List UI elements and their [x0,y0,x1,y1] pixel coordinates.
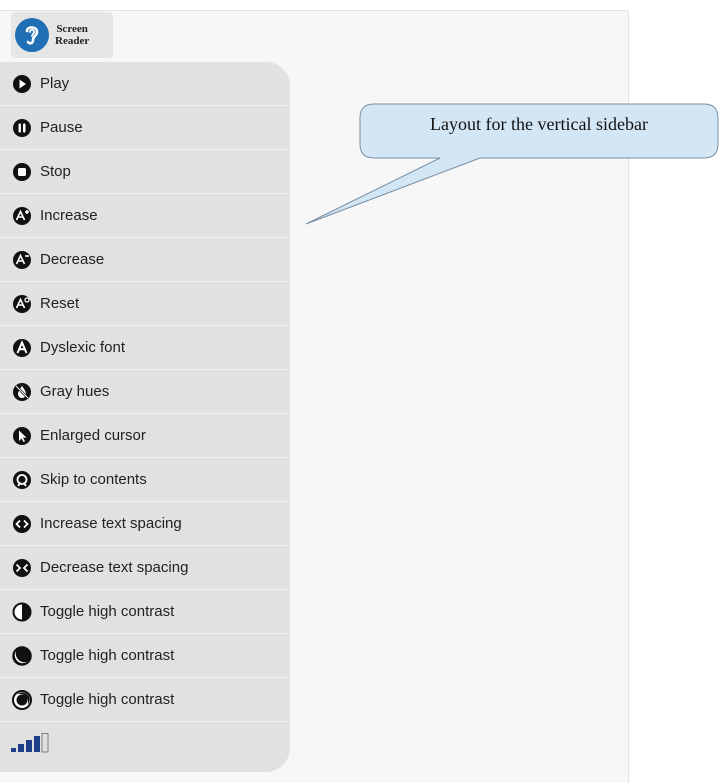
sidebar-item-stop[interactable]: Stop [0,150,290,194]
sidebar-item-dyslexic-font[interactable]: Dyslexic font [0,326,290,370]
sidebar-item-toggle-high-contrast-3[interactable]: Toggle high contrast [0,678,290,722]
ear-icon [15,18,49,52]
sidebar-item-label: Toggle high contrast [40,603,175,620]
contrast-half-icon [11,601,33,623]
spacing-decrease-icon [11,557,33,579]
sidebar-item-label: Skip to contents [40,471,147,488]
sidebar-item-skip-to-contents[interactable]: Skip to contents [0,458,290,502]
callout-text: Layout for the vertical sidebar [430,114,648,134]
gray-hues-icon [11,381,33,403]
sidebar-item-enlarged-cursor[interactable]: Enlarged cursor [0,414,290,458]
volume-bar-2[interactable] [18,744,24,752]
font-reset-icon [11,293,33,315]
sidebar-item-label: Toggle high contrast [40,691,175,708]
sidebar-item-decrease[interactable]: Decrease [0,238,290,282]
sidebar-item-label: Play [40,75,70,92]
font-decrease-icon [11,249,33,271]
sidebar-item-gray-hues[interactable]: Gray hues [0,370,290,414]
sidebar-item-reset[interactable]: Reset [0,282,290,326]
sidebar-item-label: Stop [40,163,71,180]
sidebar-item-decrease-text-spacing[interactable]: Decrease text spacing [0,546,290,590]
stop-icon [11,161,33,183]
sidebar-item-toggle-high-contrast-1[interactable]: Toggle high contrast [0,590,290,634]
dyslexic-font-icon [11,337,33,359]
volume-bar-5[interactable] [41,733,49,753]
logo-text: Screen Reader [55,23,89,47]
volume-bar-3[interactable] [26,740,32,752]
spacing-increase-icon [11,513,33,535]
volume-bar-4[interactable] [34,736,40,752]
cursor-icon [11,425,33,447]
sidebar-item-increase-text-spacing[interactable]: Increase text spacing [0,502,290,546]
volume-control[interactable] [10,733,70,755]
sidebar-item-increase[interactable]: Increase [0,194,290,238]
sidebar-item-label: Toggle high contrast [40,647,175,664]
sidebar-item-label: Decrease text spacing [40,559,189,576]
sidebar-item-toggle-high-contrast-2[interactable]: Toggle high contrast [0,634,290,678]
sidebar: Play Pause Stop Increase Decrease Reset [0,62,290,772]
sidebar-item-label: Decrease [40,251,105,268]
sidebar-item-pause[interactable]: Pause [0,106,290,150]
sidebar-item-label: Increase [40,207,98,224]
sidebar-item-label: Gray hues [40,383,110,400]
logo-line-1: Screen [56,23,88,35]
pause-icon [11,117,33,139]
skip-icon [11,469,33,491]
play-icon [11,73,33,95]
screen-reader-logo-button[interactable]: Screen Reader [11,12,113,58]
sidebar-item-label: Reset [40,295,80,312]
sidebar-item-label: Enlarged cursor [40,427,146,444]
sidebar-item-play[interactable]: Play [0,62,290,106]
font-increase-icon [11,205,33,227]
sidebar-item-label: Dyslexic font [40,339,126,356]
sidebar-item-label: Pause [40,119,83,136]
sidebar-item-label: Increase text spacing [40,515,182,532]
contrast-light-icon [11,689,33,711]
volume-bar-1[interactable] [11,748,16,752]
logo-line-2: Reader [55,35,90,47]
contrast-dark-icon [11,645,33,667]
volume-icon [11,733,49,753]
